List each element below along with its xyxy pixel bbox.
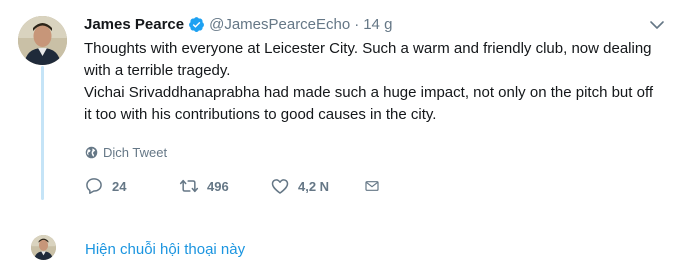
reply-count: 24 — [112, 178, 127, 194]
tweet-header: James Pearce @JamesPearceEcho · 14 g — [84, 14, 392, 34]
avatar[interactable] — [18, 16, 67, 65]
direct-message-button[interactable] — [364, 176, 388, 196]
chevron-down-icon[interactable] — [648, 16, 666, 34]
tweet-text-paragraph-1: Thoughts with everyone at Leicester City… — [84, 40, 652, 79]
header-separator: · — [354, 15, 360, 33]
translate-tweet-button[interactable]: Dịch Tweet — [85, 143, 167, 161]
heart-icon — [271, 179, 289, 194]
tweet-text-paragraph-2: Vichai Srivaddhanaprabha had made such a… — [84, 84, 654, 123]
translate-tweet-label: Dịch Tweet — [103, 144, 168, 160]
author-name[interactable]: James Pearce — [84, 16, 184, 33]
tweet-actions: 24 496 4,2 N — [84, 174, 388, 198]
verified-badge-icon — [188, 16, 205, 33]
globe-icon — [85, 146, 98, 158]
avatar-image — [18, 16, 67, 65]
like-count: 4,2 N — [298, 178, 330, 194]
retweet-count: 496 — [207, 178, 229, 194]
thread-avatar[interactable] — [31, 235, 56, 260]
retweet-icon — [179, 179, 199, 193]
reply-icon — [86, 178, 102, 194]
show-thread-link[interactable]: Hiện chuỗi hội thoại này — [85, 241, 245, 258]
reply-button[interactable]: 24 — [84, 176, 179, 196]
retweet-button[interactable]: 496 — [179, 176, 270, 196]
tweet-card[interactable]: James Pearce @JamesPearceEcho · 14 g Tho… — [0, 0, 684, 260]
like-button[interactable]: 4,2 N — [270, 176, 364, 196]
thread-avatar-image — [31, 235, 56, 260]
envelope-icon — [365, 181, 379, 191]
author-handle[interactable]: @JamesPearceEcho — [209, 16, 350, 33]
tweet-text: Thoughts with everyone at Leicester City… — [84, 38, 664, 126]
thread-connector-line — [41, 66, 44, 200]
tweet-timestamp[interactable]: 14 g — [363, 16, 392, 33]
